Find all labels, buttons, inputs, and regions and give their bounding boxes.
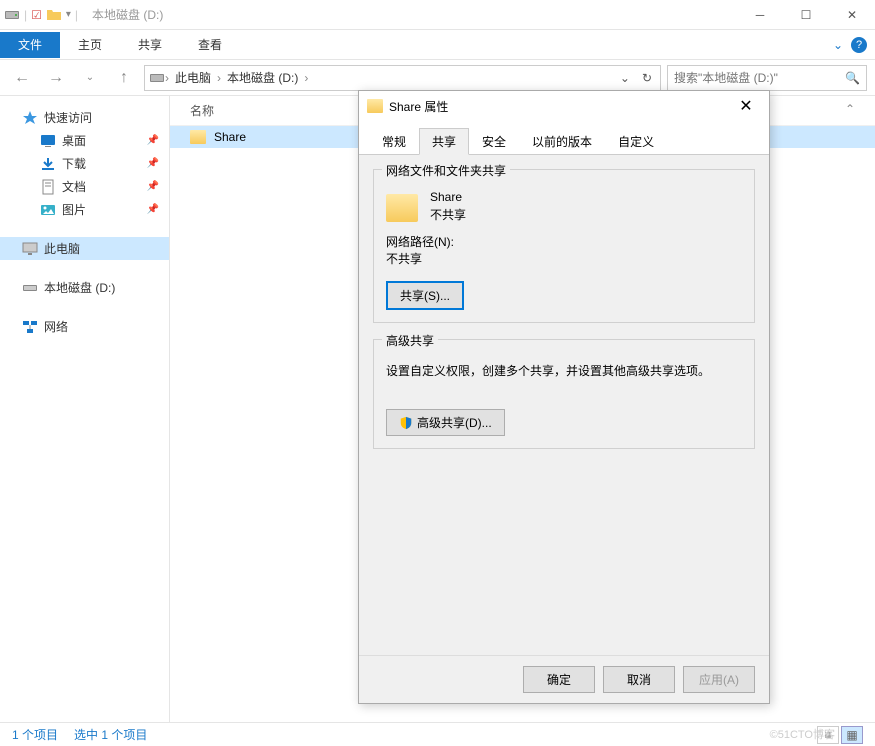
ribbon-file-tab[interactable]: 文件	[0, 32, 60, 58]
cancel-button[interactable]: 取消	[603, 666, 675, 693]
nav-back-button[interactable]: ←	[8, 64, 36, 92]
folder-icon	[190, 130, 206, 144]
network-path-value: 不共享	[386, 250, 742, 267]
share-status: 不共享	[430, 206, 466, 223]
address-bar[interactable]: › 此电脑 › 本地磁盘 (D:) › ⌄ ↻	[144, 65, 661, 91]
folder-icon	[386, 194, 418, 222]
sidebar-local-disk[interactable]: 本地磁盘 (D:)	[0, 276, 169, 299]
group-title: 网络文件和文件夹共享	[382, 162, 510, 179]
pc-icon	[22, 241, 38, 257]
nav-recent-dropdown[interactable]: ⌄	[76, 64, 104, 92]
breadcrumb-this-pc[interactable]: 此电脑	[169, 69, 217, 86]
window-title: 本地磁盘 (D:)	[92, 6, 163, 23]
dialog-tabs: 常规 共享 安全 以前的版本 自定义	[359, 121, 769, 155]
advanced-description: 设置自定义权限，创建多个共享，并设置其他高级共享选项。	[386, 362, 742, 379]
document-icon	[40, 179, 56, 195]
watermark: ©51CTO博客	[770, 726, 835, 742]
ribbon-tab-share[interactable]: 共享	[120, 32, 180, 58]
sidebar-label: 快速访问	[44, 109, 92, 126]
dialog-title-text: Share 属性	[389, 98, 448, 115]
close-button[interactable]: ✕	[829, 0, 875, 30]
tab-general[interactable]: 常规	[369, 128, 419, 155]
tab-custom[interactable]: 自定义	[605, 128, 667, 155]
nav-up-button[interactable]: ↑	[110, 64, 138, 92]
ribbon-expand-icon[interactable]: ⌄	[833, 38, 843, 52]
tab-share[interactable]: 共享	[419, 128, 469, 155]
nav-forward-button[interactable]: →	[42, 64, 70, 92]
maximize-button[interactable]: ☐	[783, 0, 829, 30]
breadcrumb-local-disk[interactable]: 本地磁盘 (D:)	[221, 69, 304, 86]
star-icon	[22, 110, 38, 126]
view-large-button[interactable]: ▦	[841, 726, 863, 744]
drive-icon	[4, 7, 20, 23]
advanced-sharing-button[interactable]: 高级共享(D)...	[386, 409, 505, 436]
share-button[interactable]: 共享(S)...	[386, 281, 464, 310]
status-selected-count: 选中 1 个项目	[74, 726, 147, 743]
status-item-count: 1 个项目	[12, 726, 58, 743]
download-icon	[40, 156, 56, 172]
search-box[interactable]: 🔍	[667, 65, 867, 91]
qat-dropdown-icon[interactable]: ▾	[66, 9, 71, 20]
ribbon-tab-home[interactable]: 主页	[60, 32, 120, 58]
refresh-icon[interactable]: ↻	[642, 71, 652, 85]
breadcrumb-drive-icon	[149, 70, 165, 86]
sidebar-quick-access[interactable]: 快速访问	[0, 106, 169, 129]
minimize-button[interactable]: ─	[737, 0, 783, 30]
sidebar-label: 图片	[62, 201, 86, 218]
status-bar: 1 个项目 选中 1 个项目 ≡ ▦	[0, 722, 875, 746]
qat-separator: |	[24, 8, 27, 22]
properties-dialog: Share 属性 ✕ 常规 共享 安全 以前的版本 自定义 网络文件和文件夹共享…	[358, 90, 770, 704]
tab-security[interactable]: 安全	[469, 128, 519, 155]
sidebar-label: 文档	[62, 178, 86, 195]
button-label: 高级共享(D)...	[417, 414, 492, 431]
chevron-right-icon[interactable]: ›	[304, 71, 308, 85]
sidebar-label: 桌面	[62, 132, 86, 149]
folder-qat-icon[interactable]	[46, 7, 62, 23]
pin-icon: 📌	[147, 158, 159, 169]
help-icon[interactable]: ?	[851, 37, 867, 53]
sidebar-desktop[interactable]: 桌面 📌	[0, 129, 169, 152]
qat-checkbox-icon[interactable]: ☑	[31, 8, 42, 22]
share-name: Share	[430, 190, 466, 204]
sidebar-label: 网络	[44, 318, 68, 335]
dialog-body: 网络文件和文件夹共享 Share 不共享 网络路径(N): 不共享 共享(S).…	[359, 155, 769, 655]
folder-icon	[367, 99, 383, 113]
sidebar-label: 此电脑	[44, 240, 80, 257]
navigation-pane: 快速访问 桌面 📌 下载 📌 文档 📌 图片 📌 此电脑	[0, 96, 170, 722]
dialog-titlebar: Share 属性 ✕	[359, 91, 769, 121]
sidebar-this-pc[interactable]: 此电脑	[0, 237, 169, 260]
qat-separator-2: |	[75, 8, 78, 22]
search-input[interactable]	[674, 71, 845, 85]
search-icon[interactable]: 🔍	[845, 71, 860, 85]
pin-icon: 📌	[147, 135, 159, 146]
ribbon-tab-view[interactable]: 查看	[180, 32, 240, 58]
tab-previous-versions[interactable]: 以前的版本	[519, 128, 605, 155]
sidebar-pictures[interactable]: 图片 📌	[0, 198, 169, 221]
pin-icon: 📌	[147, 204, 159, 215]
network-path-label: 网络路径(N):	[386, 233, 742, 250]
desktop-icon	[40, 133, 56, 149]
group-title: 高级共享	[382, 332, 438, 349]
file-name: Share	[214, 130, 246, 144]
dialog-button-row: 确定 取消 应用(A)	[359, 655, 769, 703]
network-icon	[22, 319, 38, 335]
dialog-close-button[interactable]: ✕	[731, 96, 761, 116]
ribbon-bar: 文件 主页 共享 查看 ⌄ ?	[0, 30, 875, 60]
sort-indicator-icon: ⌃	[845, 102, 855, 119]
sidebar-downloads[interactable]: 下载 📌	[0, 152, 169, 175]
shield-icon	[399, 416, 413, 430]
sidebar-label: 下载	[62, 155, 86, 172]
sidebar-network[interactable]: 网络	[0, 315, 169, 338]
window-titlebar: | ☑ ▾ | 本地磁盘 (D:) ─ ☐ ✕	[0, 0, 875, 30]
apply-button[interactable]: 应用(A)	[683, 666, 755, 693]
advanced-sharing-group: 高级共享 设置自定义权限，创建多个共享，并设置其他高级共享选项。 高级共享(D)…	[373, 339, 755, 449]
pictures-icon	[40, 202, 56, 218]
pin-icon: 📌	[147, 181, 159, 192]
ok-button[interactable]: 确定	[523, 666, 595, 693]
drive-icon	[22, 280, 38, 296]
sidebar-label: 本地磁盘 (D:)	[44, 279, 115, 296]
address-dropdown-icon[interactable]: ⌄	[620, 71, 630, 85]
network-sharing-group: 网络文件和文件夹共享 Share 不共享 网络路径(N): 不共享 共享(S).…	[373, 169, 755, 323]
sidebar-documents[interactable]: 文档 📌	[0, 175, 169, 198]
